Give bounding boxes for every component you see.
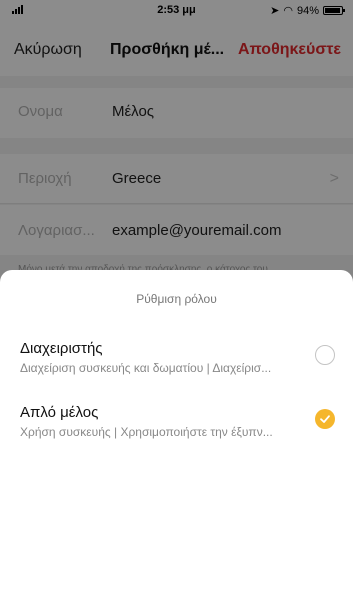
radio-checked-icon[interactable] [315, 409, 335, 429]
role-option-title: Απλό μέλος [20, 404, 99, 421]
role-sheet: Ρύθμιση ρόλου Διαχειριστής Διαχείριση συ… [0, 270, 353, 606]
role-option-member[interactable]: Απλό μέλος Χρήση συσκευής | Χρησιμοποιήσ… [0, 402, 353, 456]
role-option-admin[interactable]: Διαχειριστής Διαχείριση συσκευής και δωμ… [0, 338, 353, 392]
role-option-description: Χρήση συσκευής | Χρησιμοποιήστε την έξυπ… [20, 425, 273, 439]
role-option-description: Διαχείριση συσκευής και δωματίου | Διαχε… [20, 361, 272, 375]
radio-unchecked-icon[interactable] [315, 345, 335, 365]
sheet-title: Ρύθμιση ρόλου [136, 292, 217, 306]
checkmark-icon [320, 415, 330, 423]
role-option-title: Διαχειριστής [20, 340, 103, 357]
